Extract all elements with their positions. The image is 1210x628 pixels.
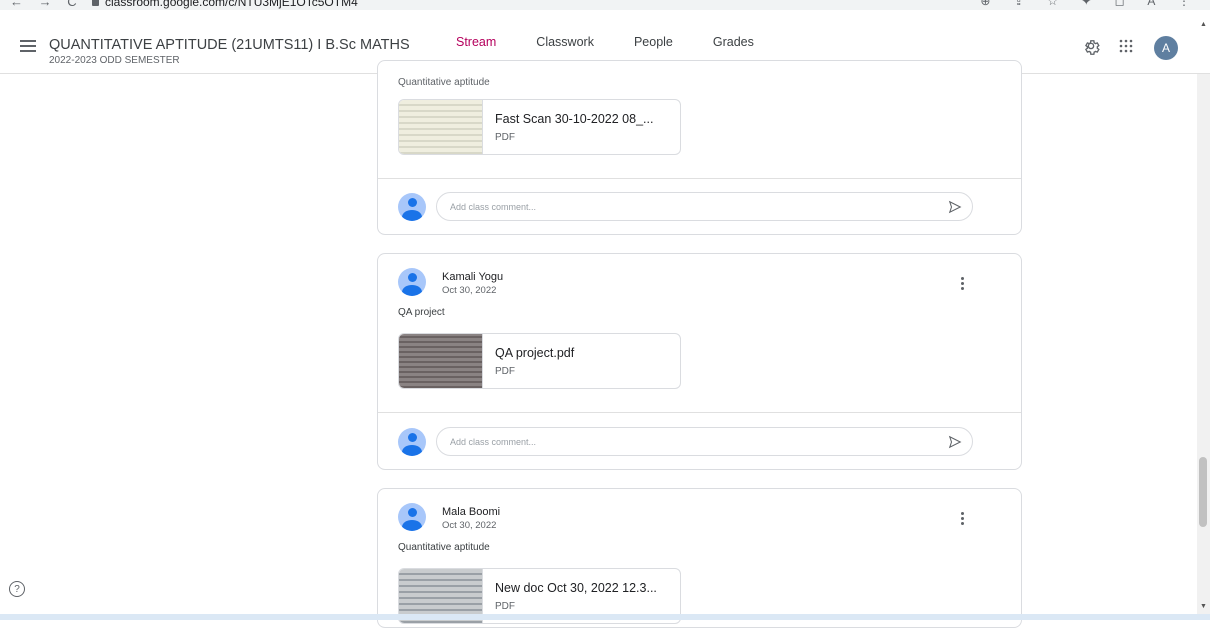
attachment-thumbnail bbox=[399, 100, 483, 154]
settings-gear-icon[interactable] bbox=[1082, 37, 1100, 60]
scroll-up-arrow-icon[interactable]: ▲ bbox=[1200, 21, 1207, 28]
browser-extension-icons[interactable]: ⊕ ⇪ ☆ ✦ ◻ A ⋮ bbox=[980, 0, 1200, 8]
address-bar[interactable]: classroom.google.com/c/NTU3MjE1OTc5OTM4 bbox=[92, 0, 358, 9]
user-avatar-icon bbox=[398, 193, 426, 221]
class-title[interactable]: QUANTITATIVE APTITUDE (21UMTS11) I B.Sc … bbox=[49, 37, 410, 53]
author-avatar-icon bbox=[398, 503, 426, 531]
os-taskbar bbox=[0, 614, 1210, 620]
attachment-name: Fast Scan 30-10-2022 08_... bbox=[495, 112, 654, 126]
lock-icon bbox=[92, 0, 99, 6]
account-avatar[interactable]: A bbox=[1154, 36, 1178, 60]
author-avatar-icon bbox=[398, 268, 426, 296]
scrollbar-thumb[interactable] bbox=[1199, 457, 1207, 527]
attachment-card[interactable]: QA project.pdf PDF bbox=[398, 333, 681, 389]
post-author: Kamali Yogu bbox=[442, 271, 504, 283]
more-options-icon[interactable] bbox=[961, 512, 965, 527]
address-bar-url: classroom.google.com/c/NTU3MjE1OTc5OTM4 bbox=[105, 0, 358, 9]
post-date: Oct 30, 2022 bbox=[442, 520, 497, 531]
attachment-card[interactable]: Fast Scan 30-10-2022 08_... PDF bbox=[398, 99, 681, 155]
google-apps-icon[interactable] bbox=[1119, 38, 1133, 58]
divider bbox=[378, 178, 1021, 179]
class-comment-input[interactable]: Add class comment... bbox=[436, 192, 973, 221]
comment-placeholder: Add class comment... bbox=[450, 436, 537, 447]
post-date: Oct 30, 2022 bbox=[442, 285, 497, 296]
stream-post: Quantitative aptitude Fast Scan 30-10-20… bbox=[377, 60, 1022, 235]
browser-nav-icons[interactable]: ← → C bbox=[10, 0, 83, 9]
class-comment-input[interactable]: Add class comment... bbox=[436, 427, 973, 456]
user-avatar-icon bbox=[398, 428, 426, 456]
divider bbox=[378, 412, 1021, 413]
stream-post: Kamali Yogu Oct 30, 2022 QA project QA p… bbox=[377, 253, 1022, 470]
attachment-name: QA project.pdf bbox=[495, 346, 575, 360]
attachment-type: PDF bbox=[495, 601, 515, 612]
send-icon[interactable] bbox=[948, 200, 962, 214]
post-author: Mala Boomi bbox=[442, 506, 501, 518]
class-subtitle: 2022-2023 ODD SEMESTER bbox=[49, 55, 180, 66]
attachment-type: PDF bbox=[495, 366, 515, 377]
page-scrollbar[interactable]: ▼ bbox=[1197, 74, 1210, 614]
post-text: QA project bbox=[398, 307, 445, 318]
scroll-down-arrow-icon[interactable]: ▼ bbox=[1200, 603, 1207, 610]
browser-toolbar: ← → C classroom.google.com/c/NTU3MjE1OTc… bbox=[0, 0, 1210, 10]
attachment-name: New doc Oct 30, 2022 12.3... bbox=[495, 581, 657, 595]
more-options-icon[interactable] bbox=[961, 277, 965, 292]
stream-post: Mala Boomi Oct 30, 2022 Quantitative apt… bbox=[377, 488, 1022, 628]
comment-placeholder: Add class comment... bbox=[450, 201, 537, 212]
attachment-type: PDF bbox=[495, 132, 515, 143]
help-icon[interactable]: ? bbox=[9, 581, 25, 597]
send-icon[interactable] bbox=[948, 435, 962, 449]
main-menu-icon[interactable] bbox=[20, 40, 36, 52]
attachment-thumbnail bbox=[399, 334, 483, 388]
post-text: Quantitative aptitude bbox=[398, 542, 490, 553]
post-text: Quantitative aptitude bbox=[398, 77, 490, 88]
